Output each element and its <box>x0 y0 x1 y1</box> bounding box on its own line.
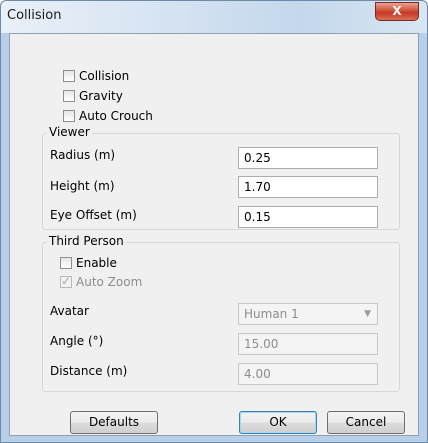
checkbox-box[interactable] <box>60 256 72 269</box>
checkbox-box[interactable] <box>63 89 75 102</box>
checkbox-box[interactable] <box>63 109 75 122</box>
collision-checkbox[interactable]: Collision <box>63 67 129 84</box>
dialog-client-area: Collision Gravity Auto Crouch Viewer Rad… <box>9 33 419 436</box>
defaults-button[interactable]: Defaults <box>70 411 158 434</box>
radius-label: Radius (m) <box>50 148 116 162</box>
distance-input: 4.00 <box>238 363 378 385</box>
collision-label: Collision <box>79 68 130 83</box>
eye-offset-label: Eye Offset (m) <box>50 208 137 222</box>
window-title: Collision <box>7 8 62 23</box>
third-person-group-title: Third Person <box>47 234 126 248</box>
auto-zoom-label: Auto Zoom <box>76 274 143 289</box>
height-input[interactable]: 1.70 <box>238 176 378 198</box>
avatar-select-value: Human 1 <box>244 307 299 321</box>
gravity-checkbox[interactable]: Gravity <box>63 87 123 104</box>
title-bar[interactable]: Collision X <box>1 1 427 33</box>
distance-label: Distance (m) <box>50 364 128 378</box>
auto-crouch-label: Auto Crouch <box>79 108 153 123</box>
ok-button[interactable]: OK <box>239 411 317 434</box>
checkbox-box[interactable] <box>63 69 75 82</box>
check-icon: ✓ <box>61 273 72 288</box>
enable-label: Enable <box>76 255 117 270</box>
gravity-label: Gravity <box>79 88 123 103</box>
chevron-down-icon: ▼ <box>364 309 371 319</box>
cancel-button[interactable]: Cancel <box>327 411 405 434</box>
close-button[interactable]: X <box>375 2 419 21</box>
enable-checkbox[interactable]: Enable <box>60 254 117 271</box>
auto-crouch-checkbox[interactable]: Auto Crouch <box>63 107 153 124</box>
angle-input: 15.00 <box>238 333 378 355</box>
close-icon: X <box>392 4 402 18</box>
eye-offset-input[interactable]: 0.15 <box>238 206 378 228</box>
dialog-window: Collision X Collision Gravity Auto Crouc… <box>0 0 428 443</box>
checkbox-box: ✓ <box>60 273 72 288</box>
height-label: Height (m) <box>50 179 115 193</box>
avatar-label: Avatar <box>50 304 89 318</box>
viewer-group-title: Viewer <box>47 125 92 139</box>
angle-label: Angle (°) <box>50 334 104 348</box>
avatar-select: Human 1 ▼ <box>238 303 378 325</box>
auto-zoom-checkbox: ✓ Auto Zoom <box>60 273 142 290</box>
radius-input[interactable]: 0.25 <box>238 147 378 169</box>
